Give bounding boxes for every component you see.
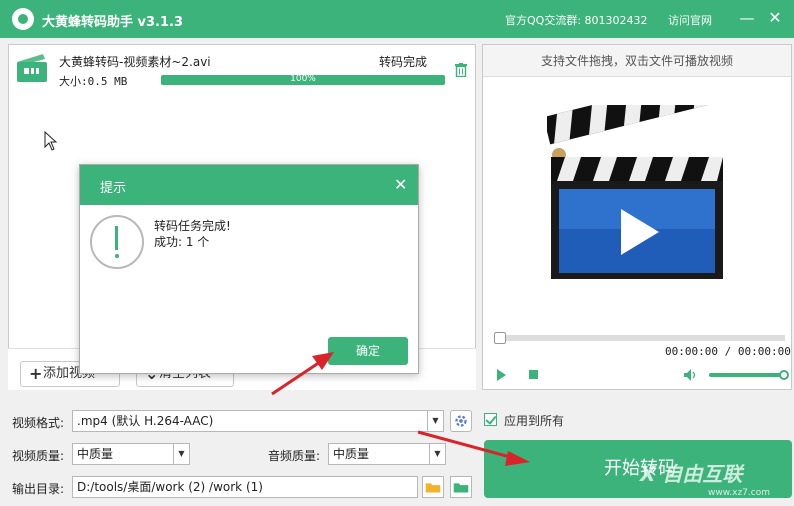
dialog-header: 提示 ✕	[80, 165, 418, 205]
visit-website-link[interactable]: 访问官网	[668, 12, 712, 28]
alert-icon	[90, 215, 144, 269]
audio-quality-label: 音频质量:	[268, 449, 321, 463]
volume-handle[interactable]	[779, 370, 789, 380]
list-item[interactable]: 大黄蜂转码-视频素材~2.avi 转码完成 大小:0.5 MB 100%	[9, 45, 475, 91]
completion-dialog: 提示 ✕ 转码任务完成! 成功: 1 个 确定	[79, 164, 419, 374]
chevron-down-icon: ▼	[429, 444, 445, 464]
apply-all-checkbox[interactable]	[484, 413, 497, 426]
file-name: 大黄蜂转码-视频素材~2.avi	[59, 55, 211, 69]
progress-bar: 100%	[161, 75, 445, 85]
volume-icon[interactable]	[683, 368, 697, 382]
time-display: 00:00:00 / 00:00:00	[665, 345, 791, 358]
dialog-success-count: 成功: 1 个	[154, 235, 210, 249]
output-dir-field[interactable]: D:/tools/桌面/work (2) /work (1)	[72, 476, 418, 498]
preview-hint: 支持文件拖拽，双击文件可播放视频	[483, 45, 791, 77]
video-quality-select[interactable]: 中质量 ▼	[72, 443, 190, 465]
apply-all-label: 应用到所有	[504, 414, 565, 428]
chevron-down-icon: ▼	[427, 411, 443, 431]
format-value: .mp4 (默认 H.264-AAC)	[77, 414, 214, 428]
title-bar: 大黄蜂转码助手 v3.1.3 官方QQ交流群: 801302432 访问官网 —…	[0, 0, 794, 38]
file-size: 大小:0.5 MB	[59, 75, 128, 88]
trash-icon[interactable]	[455, 63, 467, 77]
folder-change-icon[interactable]	[450, 476, 472, 498]
chevron-down-icon: ▼	[173, 444, 189, 464]
clapperboard-icon	[547, 105, 723, 279]
settings-icon[interactable]	[450, 410, 472, 432]
qq-group-text: 官方QQ交流群: 801302432	[505, 14, 648, 27]
progress-label: 100%	[290, 75, 316, 84]
seek-bar[interactable]	[494, 332, 785, 344]
output-label: 输出目录:	[12, 482, 65, 496]
seek-handle[interactable]	[494, 332, 506, 344]
minimize-button[interactable]: —	[738, 9, 756, 27]
plus-icon: +	[29, 364, 43, 383]
video-file-icon	[17, 54, 47, 82]
watermark-logo: X 自由互联	[640, 462, 743, 486]
app-title: 大黄蜂转码助手 v3.1.3	[42, 15, 184, 30]
video-quality-label: 视频质量:	[12, 449, 65, 463]
format-select[interactable]: .mp4 (默认 H.264-AAC) ▼	[72, 410, 444, 432]
mouse-cursor-icon	[44, 131, 58, 151]
file-status: 转码完成	[379, 55, 428, 69]
close-window-button[interactable]: ✕	[766, 9, 784, 27]
dialog-message: 转码任务完成!	[154, 219, 231, 233]
video-quality-value: 中质量	[77, 447, 114, 461]
preview-panel: 支持文件拖拽，双击文件可播放视频 00:00:00 / 00:00:00	[482, 44, 792, 390]
dialog-close-button[interactable]: ✕	[394, 175, 407, 194]
app-logo-icon	[12, 8, 34, 30]
watermark-url: www.xz7.com	[708, 488, 770, 498]
audio-quality-value: 中质量	[333, 447, 370, 461]
folder-open-icon[interactable]	[422, 476, 444, 498]
dialog-title: 提示	[100, 181, 127, 196]
stop-icon[interactable]	[529, 370, 538, 379]
audio-quality-select[interactable]: 中质量 ▼	[328, 443, 446, 465]
format-label: 视频格式:	[12, 416, 65, 430]
volume-slider[interactable]	[709, 370, 789, 380]
ok-button[interactable]: 确定	[328, 337, 408, 365]
play-icon[interactable]	[497, 369, 506, 381]
